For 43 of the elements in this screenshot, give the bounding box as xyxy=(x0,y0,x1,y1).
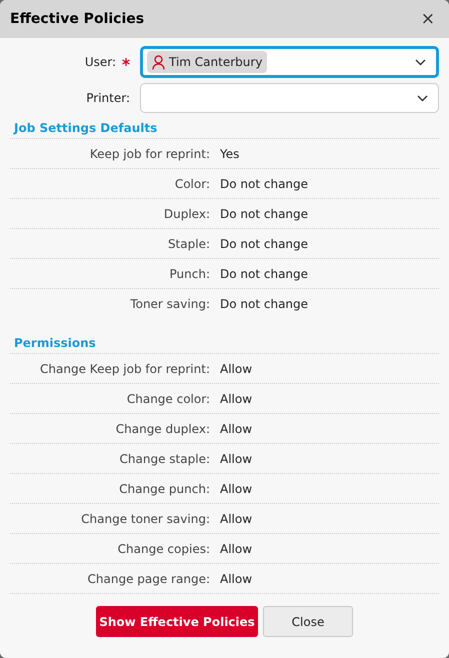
setting-label: Change page range: xyxy=(88,570,210,588)
setting-value: Allow xyxy=(220,420,252,438)
close-button[interactable]: × xyxy=(420,10,435,28)
setting-value: Allow xyxy=(220,570,252,588)
setting-label: Change duplex: xyxy=(116,420,210,438)
setting-label: Punch: xyxy=(170,266,210,282)
chevron-down-icon xyxy=(417,94,428,102)
setting-value: Do not change xyxy=(220,176,308,192)
setting-label: Change color: xyxy=(126,390,210,408)
setting-label: Toner saving: xyxy=(130,296,210,312)
person-icon xyxy=(152,54,165,70)
setting-label: Change punch: xyxy=(119,480,210,498)
setting-value: Do not change xyxy=(220,296,308,312)
setting-value: Allow xyxy=(220,510,252,528)
user-name: Tim Canterbury xyxy=(169,54,262,71)
chevron-down-icon xyxy=(415,58,426,66)
close-dialog-button[interactable]: Close xyxy=(263,606,353,637)
show-policies-button[interactable]: Show Effective Policies xyxy=(96,606,258,637)
setting-label: Keep job for reprint: xyxy=(90,146,210,162)
select-field[interactable] xyxy=(140,83,439,113)
setting-value: Allow xyxy=(220,540,252,558)
setting-value: Allow xyxy=(220,360,252,378)
setting-value: Allow xyxy=(220,390,252,408)
user-chip[interactable]: Tim Canterbury xyxy=(147,51,268,73)
field-label: Printer: xyxy=(86,90,130,107)
setting-value: Do not change xyxy=(220,206,308,222)
setting-label: Color: xyxy=(174,176,210,192)
setting-value: Allow xyxy=(220,450,252,468)
section-heading: Job Settings Defaults xyxy=(14,120,158,137)
setting-label: Change staple: xyxy=(120,450,210,468)
setting-label: Change copies: xyxy=(118,540,210,558)
setting-label: Staple: xyxy=(168,236,210,252)
window-title: Effective Policies xyxy=(10,10,144,28)
select-field[interactable]: Tim Canterbury xyxy=(140,46,439,78)
setting-value: Do not change xyxy=(220,266,308,282)
field-label: User: xyxy=(84,54,116,71)
setting-label: Duplex: xyxy=(164,206,210,222)
section-heading: Permissions xyxy=(14,335,97,352)
setting-label: Change Keep job for reprint: xyxy=(40,360,210,378)
setting-value: Yes xyxy=(220,146,240,162)
setting-value: Allow xyxy=(220,480,252,498)
setting-value: Do not change xyxy=(220,236,308,252)
setting-label: Change toner saving: xyxy=(81,510,210,528)
